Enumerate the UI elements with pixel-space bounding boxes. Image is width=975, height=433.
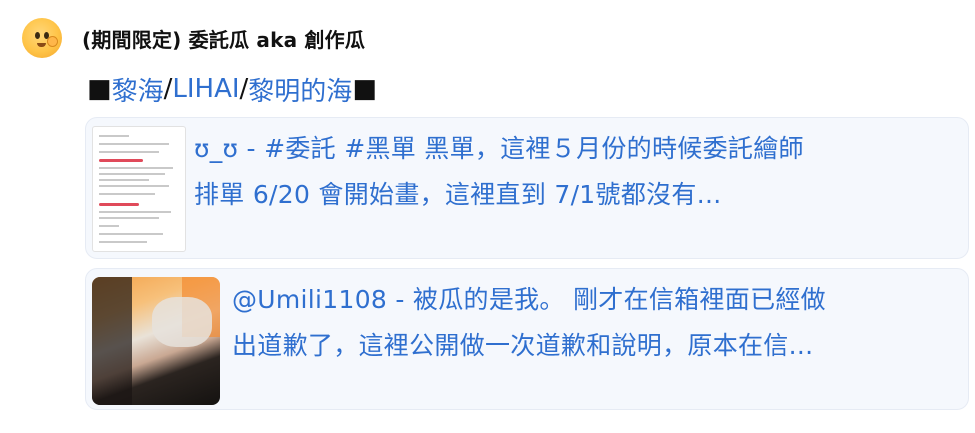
link-preview-card[interactable]: ʊ_ʊ - #委託 #黑單 黑單，這裡５月份的時候委託繪師 排單 6/20 會開…: [85, 117, 969, 259]
card-text: @Umili1108 - 被瓜的是我。 剛才在信箱裡面已經做 出道歉了，這裡公開…: [232, 277, 826, 369]
post-header: (期間限定) 委託瓜 aka 創作瓜: [22, 18, 365, 58]
emoji-face-icon: [35, 32, 40, 39]
title-separator: /: [239, 74, 249, 104]
card-line: 出道歉了，這裡公開做一次道歉和說明，原本在信...: [232, 331, 814, 360]
avatar[interactable]: [22, 18, 62, 58]
card-line: ʊ_ʊ - #委託 #黑單 黑單，這裡５月份的時候委託繪師: [194, 134, 804, 163]
artwork-thumbnail: [92, 277, 220, 405]
email-screenshot-thumbnail: [92, 126, 186, 252]
hashtag-link-lihai-en[interactable]: LIHAI: [172, 74, 239, 104]
hashtag-link-lihai-zh[interactable]: 黎海: [112, 71, 164, 108]
post-root: (期間限定) 委託瓜 aka 創作瓜 ■ 黎海 / LIHAI / 黎明的海 ■: [0, 0, 975, 433]
author-name[interactable]: (期間限定) 委託瓜 aka 創作瓜: [82, 24, 365, 53]
card-text: ʊ_ʊ - #委託 #黑單 黑單，這裡５月份的時候委託繪師 排單 6/20 會開…: [194, 126, 804, 218]
black-square-left: ■: [87, 74, 112, 104]
card-line: @Umili1108 - 被瓜的是我。 剛才在信箱裡面已經做: [232, 285, 826, 314]
title-separator: /: [163, 74, 173, 104]
link-preview-card[interactable]: @Umili1108 - 被瓜的是我。 剛才在信箱裡面已經做 出道歉了，這裡公開…: [85, 268, 969, 410]
card-line: 排單 6/20 會開始畫，這裡直到 7/1號都沒有...: [194, 180, 722, 209]
emoji-mouth: [37, 43, 46, 47]
black-square-right: ■: [352, 74, 377, 104]
post-title: ■ 黎海 / LIHAI / 黎明的海 ■: [87, 70, 377, 108]
hashtag-link-dawn-sea[interactable]: 黎明的海: [248, 71, 352, 108]
emoji-hand: [47, 36, 58, 47]
